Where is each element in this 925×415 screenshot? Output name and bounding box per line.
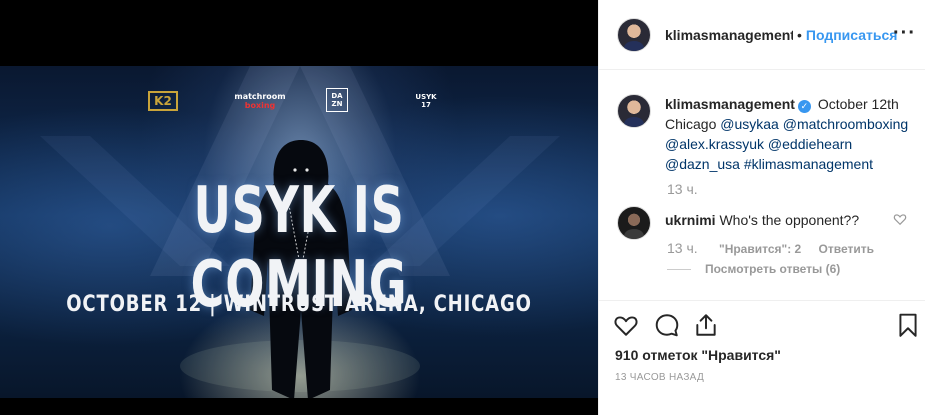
- post-event-info: OCTOBER 12 | WINTRUST ARENA, CHICAGO: [66, 292, 532, 317]
- post-timestamp[interactable]: 13 ЧАСОВ НАЗАД: [615, 372, 704, 383]
- caption: klimasmanagement ✓ October 12th Chicago @…: [617, 94, 908, 172]
- caption-text: klimasmanagement ✓ October 12th Chicago @…: [665, 94, 915, 174]
- separator-dot: •: [797, 26, 802, 43]
- commenter-avatar[interactable]: [617, 206, 651, 240]
- mention-usykaa[interactable]: @usykaa: [720, 116, 779, 132]
- comment-icon[interactable]: [654, 312, 680, 338]
- post-sidebar: klimasmanagement • Подписаться ··· klima…: [598, 0, 925, 415]
- heart-icon[interactable]: [613, 312, 639, 338]
- action-bar: 910 отметок "Нравится" 13 ЧАСОВ НАЗАД: [599, 300, 925, 415]
- hashtag-klimasmanagement[interactable]: #klimasmanagement: [744, 156, 873, 172]
- matchroom-logo: matchroom boxing: [234, 92, 286, 110]
- verified-badge-icon: ✓: [797, 100, 811, 113]
- more-options-icon[interactable]: ···: [893, 22, 916, 45]
- author-avatar[interactable]: [617, 17, 651, 52]
- comment-body: Who's the opponent??: [719, 212, 860, 228]
- comment-like-heart-icon[interactable]: [893, 212, 907, 226]
- k2-logo: K2: [148, 91, 178, 111]
- mention-alex-krassyuk[interactable]: @alex.krassyuk: [665, 136, 764, 152]
- bookmark-icon[interactable]: [895, 312, 921, 338]
- comment-item: ukrnimi Who's the opponent??: [617, 206, 859, 240]
- caption-username[interactable]: klimasmanagement: [665, 96, 795, 112]
- comment-timestamp[interactable]: 13 ч.: [667, 240, 698, 256]
- post-header: klimasmanagement • Подписаться ···: [599, 0, 925, 70]
- comment-meta: 13 ч. "Нравится": 2 Ответить: [667, 240, 888, 256]
- mention-matchroomboxing[interactable]: @matchroomboxing: [783, 116, 909, 132]
- caption-avatar[interactable]: [617, 94, 651, 128]
- mention-eddiehearn[interactable]: @eddiehearn: [768, 136, 852, 152]
- author-username[interactable]: klimasmanagement: [665, 27, 793, 43]
- comment-likes-count[interactable]: "Нравится": 2: [719, 242, 801, 256]
- comments-section: klimasmanagement ✓ October 12th Chicago @…: [599, 70, 925, 300]
- post-photo[interactable]: K2 matchroom boxing DA ZN USYK 17 USYK IS C…: [0, 66, 598, 398]
- view-replies-label[interactable]: Посмотреть ответы (6): [705, 262, 840, 276]
- share-icon[interactable]: [693, 312, 719, 338]
- likes-count[interactable]: 910 отметок "Нравится": [615, 347, 781, 363]
- post-media[interactable]: K2 matchroom boxing DA ZN USYK 17 USYK IS C…: [0, 0, 598, 415]
- usyk-logo: USYK 17: [415, 93, 437, 109]
- view-replies-link[interactable]: Посмотреть ответы (6): [667, 262, 840, 276]
- mention-dazn-usa[interactable]: @dazn_usa: [665, 156, 740, 172]
- comment-username[interactable]: ukrnimi: [665, 212, 716, 228]
- sponsor-logos: K2 matchroom boxing DA ZN USYK 17: [0, 88, 598, 114]
- comment-text: ukrnimi Who's the opponent??: [665, 212, 905, 228]
- follow-button[interactable]: Подписаться: [806, 27, 898, 43]
- reply-button[interactable]: Ответить: [819, 242, 874, 256]
- caption-timestamp[interactable]: 13 ч.: [667, 181, 698, 197]
- dazn-logo: DA ZN: [326, 88, 348, 112]
- replies-divider: [667, 268, 691, 270]
